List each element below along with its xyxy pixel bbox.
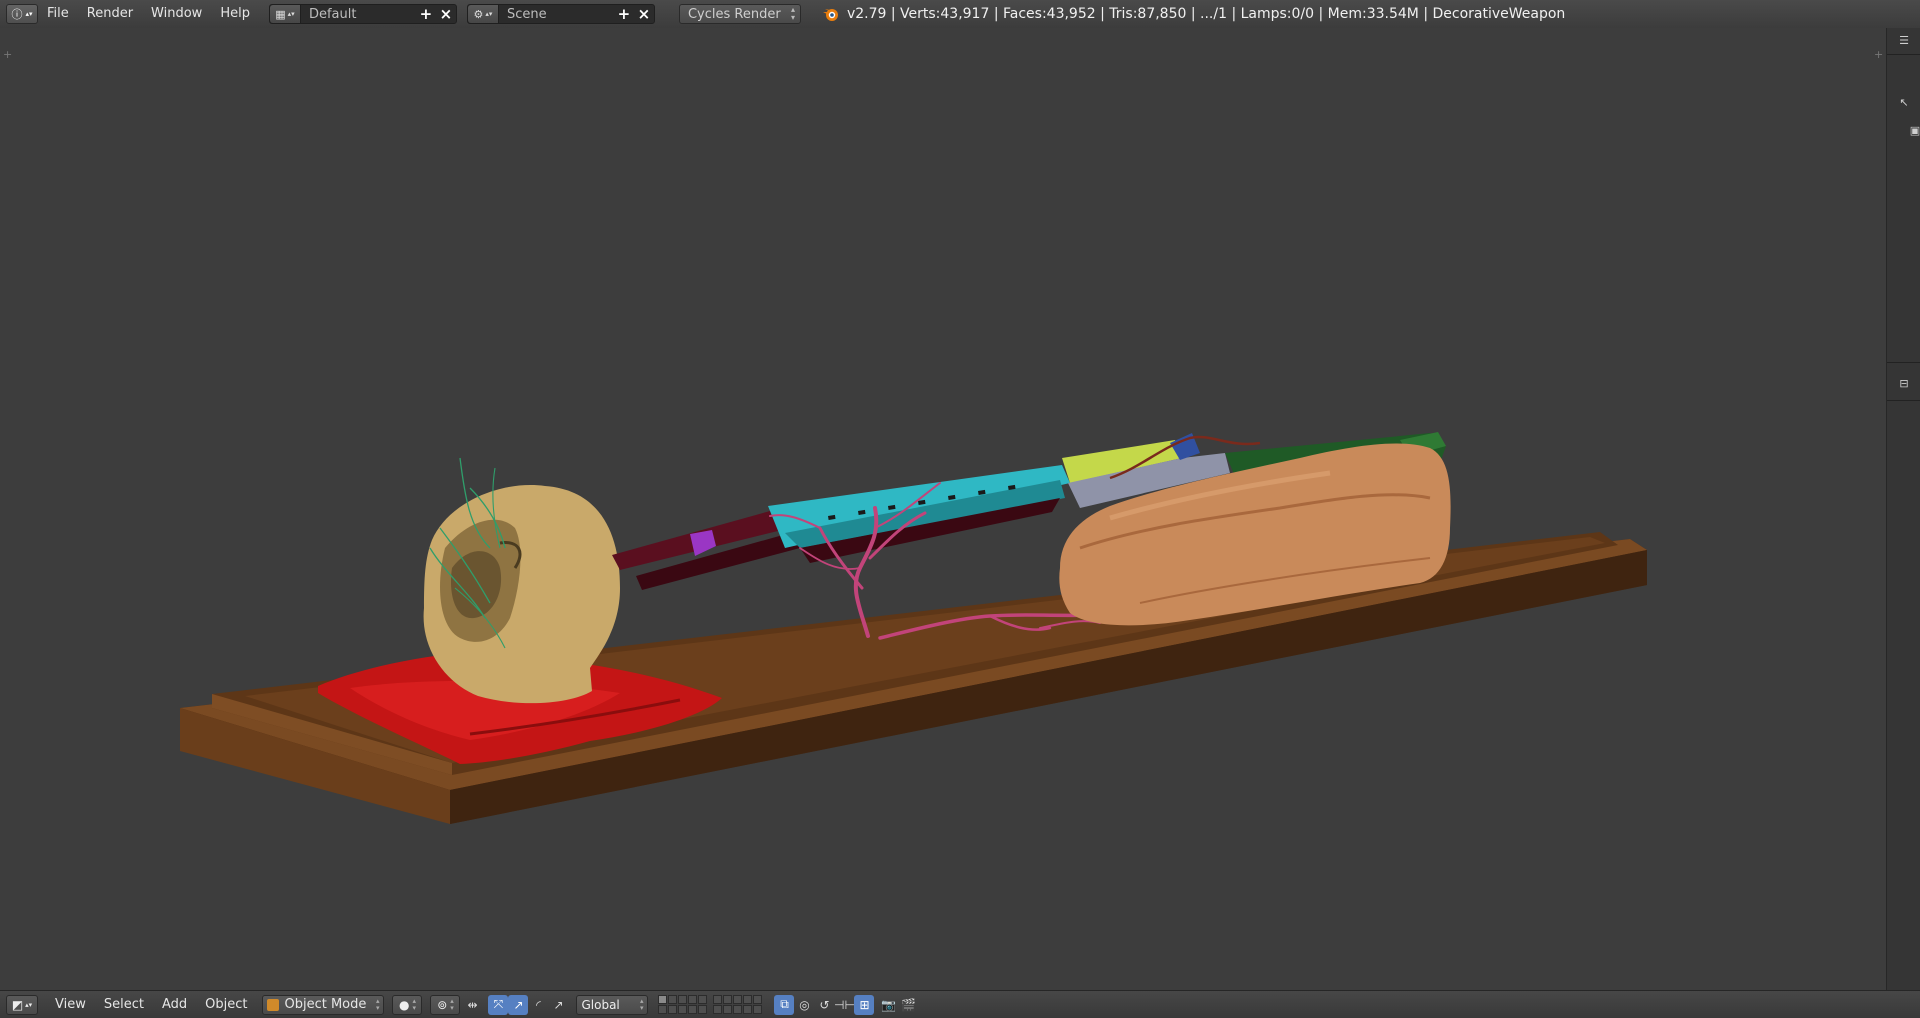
- close-icon[interactable]: ×: [634, 5, 654, 23]
- dropdown-arrows-icon: ▴ ▾: [790, 5, 795, 22]
- side-panel-strip: ☰ ↖ ▣ ⊟: [1886, 28, 1920, 990]
- snap-toggle-icon[interactable]: ⊞: [854, 994, 875, 1015]
- render-opengl-icon[interactable]: 📷: [878, 995, 898, 1015]
- rotate-icon[interactable]: ◜: [528, 995, 548, 1015]
- scene-render[interactable]: [0, 28, 1886, 990]
- 3d-view-header: ◩ ▴▾ View Select Add Object Object Mode ▴…: [0, 990, 1920, 1018]
- menu-help[interactable]: Help: [211, 4, 259, 24]
- snap-element-icon[interactable]: ⊣⊢: [834, 995, 855, 1015]
- translate-manipulator-icon[interactable]: ⤧: [488, 994, 509, 1015]
- falloff-icon[interactable]: ↺: [814, 995, 834, 1015]
- scene-name[interactable]: Scene: [499, 7, 614, 22]
- orientation-label: Global: [581, 997, 620, 1012]
- pivot-icon: ⊚: [437, 997, 448, 1012]
- scene-selector[interactable]: ⚙ ▴▾ Scene + ×: [466, 4, 655, 24]
- object-mode-icon: [267, 998, 280, 1011]
- proportional-edit-icon[interactable]: ◎: [794, 995, 814, 1015]
- layer-group-2[interactable]: [713, 995, 763, 1014]
- info-icon: ⓘ: [11, 8, 23, 21]
- layer-group-1[interactable]: [658, 995, 708, 1014]
- 3d-viewport[interactable]: + +: [0, 28, 1886, 990]
- render-animation-icon[interactable]: 🎬: [898, 995, 918, 1015]
- close-icon[interactable]: ×: [436, 5, 456, 23]
- menu-add[interactable]: Add: [153, 997, 196, 1012]
- plus-icon[interactable]: +: [416, 5, 436, 23]
- scene-icon[interactable]: ⚙ ▴▾: [467, 5, 499, 23]
- render-properties-icon[interactable]: ▣: [1907, 124, 1920, 138]
- editor-type-selector[interactable]: ⓘ ▴▾: [6, 4, 38, 24]
- render-engine-label: Cycles Render: [687, 6, 781, 22]
- screen-layout-selector[interactable]: ▦ ▴▾ Default + ×: [268, 4, 457, 24]
- skull-model[interactable]: [423, 457, 620, 704]
- menu-view[interactable]: View: [46, 997, 95, 1012]
- viewport-shading-select[interactable]: ● ▴ ▾: [392, 994, 423, 1015]
- blender-logo-icon: [822, 9, 838, 21]
- menu-select[interactable]: Select: [95, 997, 153, 1012]
- plus-icon[interactable]: +: [614, 5, 634, 23]
- interaction-mode-select[interactable]: Object Mode ▴ ▾: [262, 994, 385, 1015]
- render-engine-select[interactable]: Cycles Render ▴ ▾: [678, 4, 801, 24]
- transform-orientation-select[interactable]: Global ▴ ▾: [576, 994, 649, 1015]
- 3d-view-icon: ◩: [11, 997, 24, 1012]
- menu-window[interactable]: Window: [142, 4, 211, 24]
- mode-label: Object Mode: [284, 997, 367, 1012]
- pivot-point-select[interactable]: ⊚ ▴ ▾: [430, 994, 461, 1015]
- scale-icon[interactable]: ↗: [548, 995, 568, 1015]
- outliner-icon[interactable]: ☰: [1896, 34, 1912, 48]
- rotate-manipulator-icon[interactable]: ↗: [508, 994, 529, 1015]
- screen-layout-name[interactable]: Default: [301, 7, 416, 22]
- layer-selector[interactable]: [658, 995, 768, 1014]
- properties-icon[interactable]: ⊟: [1896, 377, 1912, 391]
- lock-camera-icon[interactable]: ⧉: [774, 994, 795, 1015]
- cursor-icon: ↖: [1899, 96, 1909, 109]
- menu-file[interactable]: File: [38, 4, 78, 24]
- screen-layout-icon[interactable]: ▦ ▴▾: [269, 5, 301, 23]
- scene-statistics: v2.79 | Verts:43,917 | Faces:43,952 | Tr…: [846, 6, 1566, 22]
- editor-type-selector[interactable]: ◩ ▴▾: [6, 994, 38, 1015]
- solid-shading-icon: ●: [398, 997, 410, 1012]
- info-header: ⓘ ▴▾ File Render Window Help ▦ ▴▾ Default …: [0, 0, 1920, 29]
- menu-object[interactable]: Object: [196, 997, 256, 1012]
- manipulator-toggle-icon[interactable]: ⇹: [462, 995, 482, 1015]
- menu-render[interactable]: Render: [78, 4, 142, 24]
